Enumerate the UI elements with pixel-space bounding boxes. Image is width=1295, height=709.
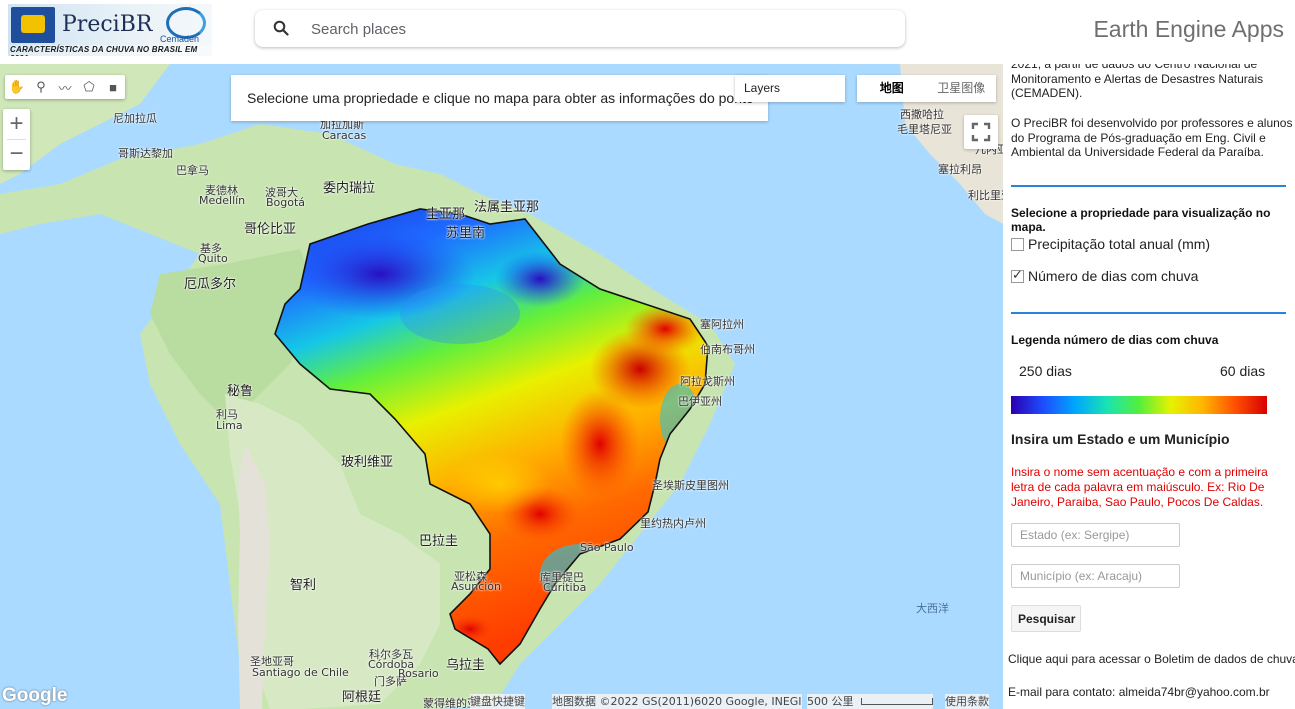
rectangle-icon[interactable]: ■ — [101, 75, 125, 99]
label-ecuador: 厄瓜多尔 — [184, 277, 237, 292]
zoom-divider — [7, 139, 26, 140]
label-atlantic-ocean: 大西洋 — [916, 602, 949, 615]
label-paraguay: 巴拉圭 — [419, 534, 459, 549]
label-venezuela: 委内瑞拉 — [323, 181, 376, 196]
precipitation-checkbox-box[interactable] — [1011, 237, 1024, 251]
terms-link[interactable]: 使用条款 — [945, 694, 989, 709]
scale-bar[interactable]: 500 公里 — [807, 694, 933, 709]
label-esp: 圣埃斯皮里图州 — [652, 479, 729, 492]
intro-paragraph-1: 2021, a partir de dados do Centro Nacion… — [1011, 64, 1264, 100]
rain-days-label: Número de dias com chuva — [1028, 268, 1199, 284]
label-uruguay: 乌拉圭 — [446, 658, 486, 673]
rain-days-checkbox-box[interactable] — [1011, 267, 1024, 283]
label-peru: 秘鲁 — [227, 384, 254, 399]
logo-partner: Cemaden — [160, 34, 200, 44]
legend-max-label: 60 dias — [1220, 363, 1266, 379]
label-rio: 里约热内卢州 — [640, 517, 706, 530]
label-medellin: Medellín — [199, 194, 246, 207]
divider-2 — [1011, 312, 1286, 314]
label-panama: 巴拿马 — [176, 164, 209, 177]
label-colombia: 哥伦比亚 — [244, 222, 297, 237]
instruction-text: Insira o nome sem acentuação e com a pri… — [1011, 465, 1268, 509]
fullscreen-button[interactable] — [964, 115, 998, 149]
label-caracas: Caracas — [322, 129, 367, 142]
fullscreen-icon — [971, 122, 991, 142]
label-western-sahara: 西撒哈拉 — [900, 108, 944, 121]
label-french-guiana: 法属圭亚那 — [474, 200, 540, 215]
scale-line — [861, 698, 933, 705]
intro-paragraph-2: O PreciBR foi desenvolvido por professor… — [1011, 116, 1293, 159]
label-guyana: 圭亚那 — [426, 207, 466, 222]
state-input[interactable] — [1011, 523, 1180, 547]
layers-dropdown[interactable]: Layers — [735, 75, 845, 102]
label-quito: Quito — [198, 252, 228, 265]
scale-label: 500 公里 — [807, 695, 854, 708]
app-header: PreciBR Cemaden CARACTERÍSTICAS DA CHUVA… — [0, 0, 1295, 64]
bulletin-link[interactable]: Clique aqui para acessar o Boletim de da… — [1008, 652, 1295, 667]
checkbox-rain-days[interactable]: Número de dias com chuva — [1011, 267, 1199, 284]
label-costa-rica: 哥斯达黎加 — [118, 147, 173, 160]
map-type-map[interactable]: 地图 — [857, 75, 927, 102]
label-chile: 智利 — [290, 578, 317, 593]
contact-email: E-mail para contato: almeida74br@yahoo.c… — [1008, 685, 1270, 699]
university-crest-icon — [11, 7, 55, 43]
legend-color-bar — [1011, 396, 1267, 414]
label-ceara: 塞阿拉州 — [700, 318, 744, 331]
search-places-box[interactable] — [255, 10, 905, 47]
select-property-heading: Selecione a propriedade para visualizaçã… — [1011, 206, 1271, 234]
label-bolivia: 玻利维亚 — [341, 455, 394, 470]
label-rosario: Rosario — [398, 667, 439, 680]
label-lima: Lima — [216, 419, 243, 432]
label-asuncion: Asunción — [451, 580, 502, 593]
side-panel: 2021, a partir de dados do Centro Nacion… — [1003, 64, 1295, 709]
search-button[interactable]: Pesquisar — [1011, 605, 1081, 632]
zoom-out-button[interactable]: − — [3, 139, 30, 169]
map-type-satellite[interactable]: 卫星图像 — [927, 75, 997, 102]
legend-title: Legenda número de dias com chuva — [1011, 333, 1219, 347]
search-places-input[interactable] — [309, 17, 873, 41]
zoom-control: + − — [3, 109, 30, 170]
polyline-icon[interactable]: 〰 — [53, 75, 77, 99]
polygon-icon[interactable]: ⬠ — [77, 75, 101, 99]
pan-hand-icon[interactable]: ✋ — [5, 75, 29, 99]
search-icon[interactable] — [273, 20, 289, 36]
keyboard-shortcuts-link[interactable]: 键盘快捷键 — [470, 694, 525, 709]
label-pernambuco: 伯南布哥州 — [700, 343, 755, 356]
drawing-toolbar: ✋ ⚲ 〰 ⬠ ■ — [5, 75, 125, 99]
map-canvas[interactable]: 尼加拉瓜 哥斯达黎加 巴拿马 加拉加斯 Caracas 麦德林 Medellín… — [0, 64, 1003, 709]
label-mauritania: 毛里塔尼亚 — [897, 123, 952, 136]
map-type-toggle: 地图 卫星图像 — [857, 75, 996, 102]
label-suriname: 苏里南 — [446, 226, 486, 241]
layers-label: Layers — [744, 81, 781, 95]
city-input[interactable] — [1011, 564, 1180, 588]
logo-name: PreciBR — [62, 12, 153, 37]
label-nicaragua: 尼加拉瓜 — [113, 112, 157, 125]
marker-icon[interactable]: ⚲ — [29, 75, 53, 99]
label-sierra-leone: 塞拉利昂 — [938, 163, 982, 176]
map-info-panel: Selecione uma propriedade e clique no ma… — [231, 75, 768, 121]
precipitation-label: Precipitação total anual (mm) — [1028, 236, 1211, 252]
logo-tagline: CARACTERÍSTICAS DA CHUVA NO BRASIL EM 20… — [10, 45, 212, 56]
zoom-in-button[interactable]: + — [3, 109, 30, 139]
app-title[interactable]: Earth Engine Apps — [1093, 16, 1284, 43]
map-info-text: Selecione uma propriedade e clique no ma… — [247, 90, 754, 106]
map-attribution: 地图数据 ©2022 GS(2011)6020 Google, INEGI — [552, 694, 802, 709]
label-santiago: Santiago de Chile — [252, 666, 349, 679]
label-liberia: 利比里亚 — [968, 189, 1003, 202]
precibr-logo: PreciBR Cemaden CARACTERÍSTICAS DA CHUVA… — [8, 4, 212, 56]
checkbox-precipitation[interactable]: Precipitação total anual (mm) — [1011, 236, 1210, 252]
divider-1 — [1011, 185, 1286, 187]
label-alagoas: 阿拉戈斯州 — [680, 375, 735, 388]
label-bahia: 巴伊亚州 — [678, 395, 722, 408]
google-logo: Google — [2, 685, 68, 706]
label-bogota: Bogotá — [266, 196, 306, 209]
legend-min-label: 250 dias — [1019, 363, 1072, 379]
label-argentina: 阿根廷 — [342, 690, 382, 705]
state-city-heading: Insira um Estado e um Município — [1011, 431, 1230, 447]
label-curitiba: Curitiba — [543, 581, 587, 594]
label-sao-paulo: São Paulo — [580, 541, 634, 554]
